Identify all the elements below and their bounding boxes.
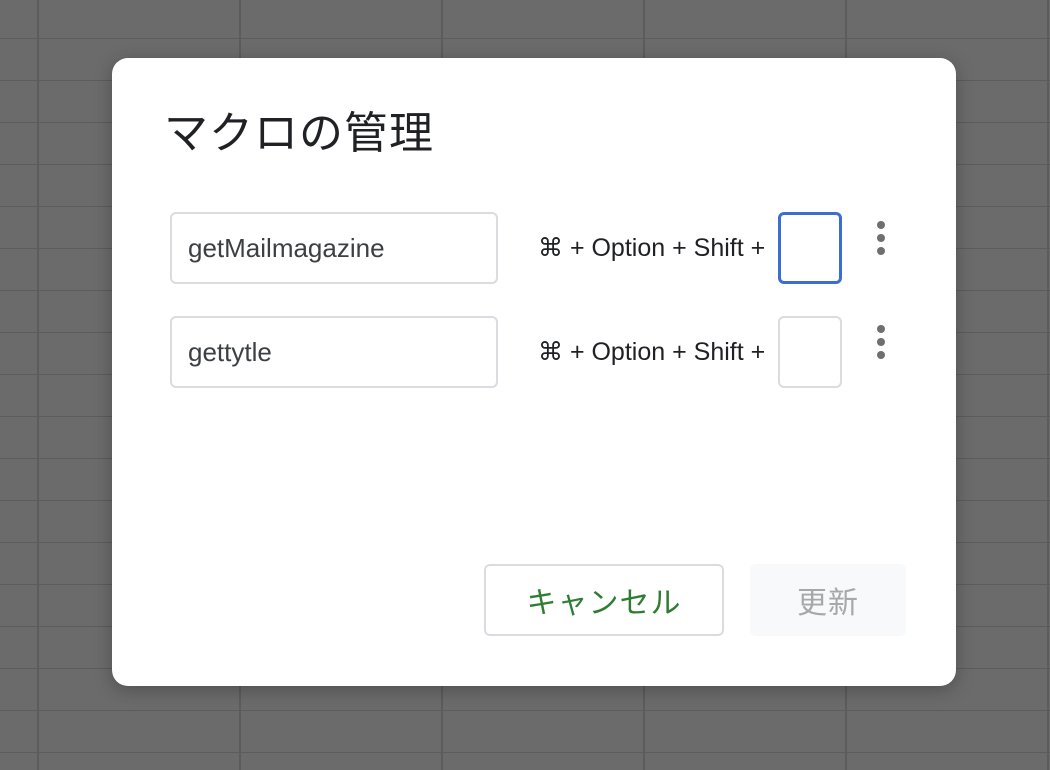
macro-row: ⌘ + Option + Shift +	[170, 316, 910, 388]
more-vert-icon[interactable]	[866, 320, 896, 364]
macro-row: ⌘ + Option + Shift +	[170, 212, 910, 284]
shortcut-label: ⌘ + Option + Shift +	[538, 234, 766, 262]
macro-name-input[interactable]	[170, 316, 498, 388]
shortcut-key-input[interactable]	[778, 212, 842, 284]
update-button[interactable]: 更新	[750, 564, 906, 636]
macro-name-input[interactable]	[170, 212, 498, 284]
shortcut-label: ⌘ + Option + Shift +	[538, 338, 766, 366]
shortcut-key-input[interactable]	[778, 316, 842, 388]
more-vert-icon[interactable]	[866, 216, 896, 260]
dialog-title: マクロの管理	[164, 109, 434, 158]
cancel-button[interactable]: キャンセル	[484, 564, 724, 636]
manage-macros-dialog: マクロの管理 ⌘ + Option + Shift + ⌘ + Option +…	[112, 58, 956, 686]
